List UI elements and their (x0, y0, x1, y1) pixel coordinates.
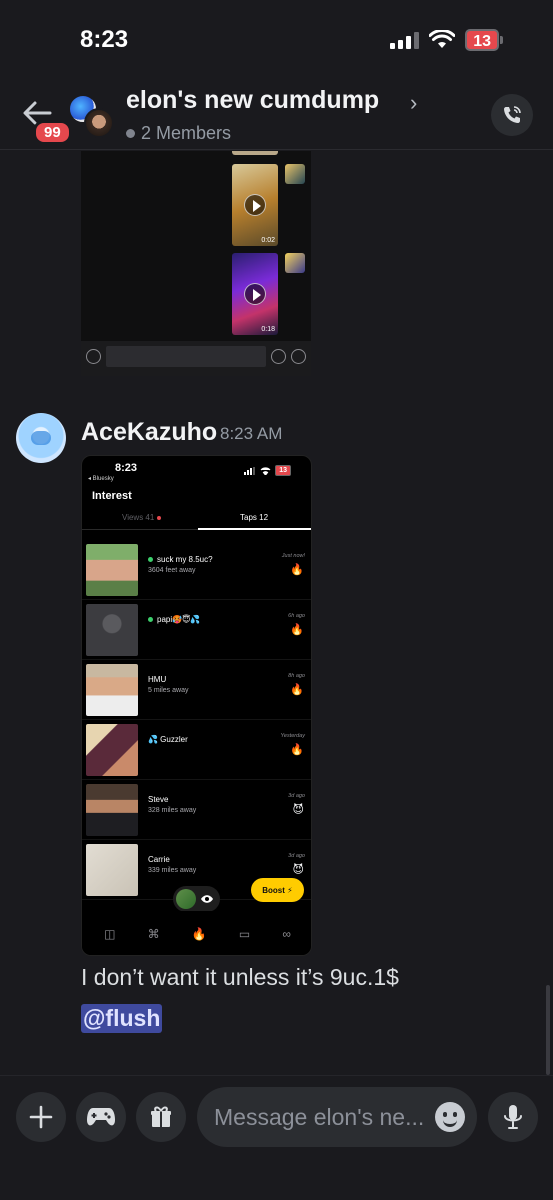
profile-photo (86, 544, 138, 596)
gift-button[interactable] (136, 1092, 186, 1142)
list-item: papi🥵😇💦 6h ago 🔥 (82, 600, 311, 660)
video-duration: 0:18 (261, 326, 275, 333)
avatar (285, 253, 305, 273)
wifi-icon (429, 30, 456, 48)
play-icon (244, 194, 266, 216)
play-icon (244, 283, 266, 305)
wifi-icon (260, 466, 271, 475)
member-count-label: 2 Members (141, 123, 232, 143)
group-avatar-2 (84, 108, 114, 138)
profile-photo (86, 604, 138, 656)
battery-icon: 13 (465, 29, 503, 51)
chevron-right-icon[interactable]: › (410, 90, 417, 116)
screenshot-status-icons: 13 (244, 465, 291, 476)
gamepad-icon (87, 1108, 115, 1126)
profile-photo (86, 724, 138, 776)
activities-button[interactable] (76, 1092, 126, 1142)
message-timestamp: 8:23 AM (220, 424, 283, 443)
screenshot-heading: Interest (92, 490, 132, 502)
cellular-signal-icon (390, 31, 420, 49)
discord-chat-screen: 8:23 13 99 elon's new cumdump › 2 Member… (0, 0, 553, 1200)
viewer-pill (173, 886, 220, 912)
message-author[interactable]: AceKazuho (81, 418, 217, 447)
online-dot (148, 617, 153, 623)
message-input[interactable]: Message elon's ne... (197, 1087, 477, 1147)
boost-button: Boost ⚡ (251, 878, 304, 902)
tab-taps: Taps 12 (240, 513, 269, 522)
user-mention[interactable]: @flush (81, 1004, 163, 1033)
gift-icon (151, 1106, 171, 1127)
member-count[interactable]: 2 Members (126, 123, 231, 144)
message-composer: Message elon's ne... (0, 1075, 553, 1200)
screenshot-input-bar (81, 341, 311, 376)
online-dot (148, 557, 153, 563)
plus-icon (291, 349, 306, 364)
message-input-placeholder: Message elon's ne... (214, 1104, 425, 1130)
screenshot-status-time: 8:23 (115, 462, 138, 474)
profile-photo (86, 784, 138, 836)
infinity-icon: ∞ (282, 927, 291, 941)
flame-icon: 🔥 (290, 564, 304, 576)
status-bar: 8:23 13 (0, 0, 553, 80)
chat-icon: ▭ (238, 927, 251, 941)
flame-icon: 🔥 (290, 684, 304, 696)
status-icons: 13 (390, 29, 503, 51)
author-avatar[interactable] (16, 413, 66, 463)
unread-badge: 99 (33, 120, 72, 145)
microphone-icon (504, 1105, 522, 1129)
status-time: 8:23 (80, 26, 129, 53)
profile-photo (86, 844, 138, 896)
voice-call-button[interactable] (491, 94, 533, 136)
screenshot-back-label: ◂ Bluesky (88, 476, 114, 482)
flame-icon: 🔥 (290, 624, 304, 636)
list-item: suck my 8.5uc? 3604 feet away Just now! … (82, 540, 311, 600)
devil-icon: 😈 (292, 864, 304, 876)
channel-header: 99 elon's new cumdump › 2 Members (0, 80, 553, 150)
voice-icon (86, 349, 101, 364)
attachment-image-2[interactable]: 8:23 ◂ Bluesky 13 Interest Views 41 Taps… (81, 455, 312, 956)
message-text: I don’t want it unless it’s 9uc.1$ (81, 964, 399, 990)
add-attachment-button[interactable] (16, 1092, 66, 1142)
eye-icon (201, 895, 213, 903)
tab-views: Views 41 (122, 513, 162, 522)
mask-icon: ◫ (104, 927, 116, 941)
list-item: Steve 328 miles away 3d ago 😈 (82, 780, 311, 840)
browse-icon: ⌘ (147, 927, 160, 941)
screenshot-tab-bar: ◫ ⌘ 🔥 ▭ ∞ (82, 911, 311, 955)
avatar (176, 889, 196, 909)
plus-icon (29, 1105, 53, 1129)
devil-icon: 😈 (292, 804, 304, 816)
list-item: 💦 Guzzler Yesterday 🔥 (82, 720, 311, 780)
list-item: HMU 5 miles away 8h ago 🔥 (82, 660, 311, 720)
video-duration: 0:02 (261, 237, 275, 244)
presence-dot (126, 129, 135, 138)
emoji-icon (271, 349, 286, 364)
battery-level: 13 (465, 29, 499, 51)
video-thumbnail: 0:02 (232, 164, 278, 246)
avatar (285, 164, 305, 184)
channel-title[interactable]: elon's new cumdump (126, 86, 379, 115)
flame-icon: 🔥 (290, 744, 304, 756)
emoji-icon[interactable] (435, 1102, 465, 1132)
cellular-signal-icon (244, 466, 256, 475)
phone-call-icon (504, 106, 521, 123)
flame-icon: 🔥 (191, 927, 207, 941)
attachment-image-1[interactable]: 0:02 0:18 (81, 151, 311, 376)
scrollbar[interactable] (546, 985, 550, 1075)
profile-photo (86, 664, 138, 716)
video-thumbnail: 0:18 (232, 253, 278, 335)
voice-message-button[interactable] (488, 1092, 538, 1142)
screenshot-battery: 13 (275, 465, 291, 476)
